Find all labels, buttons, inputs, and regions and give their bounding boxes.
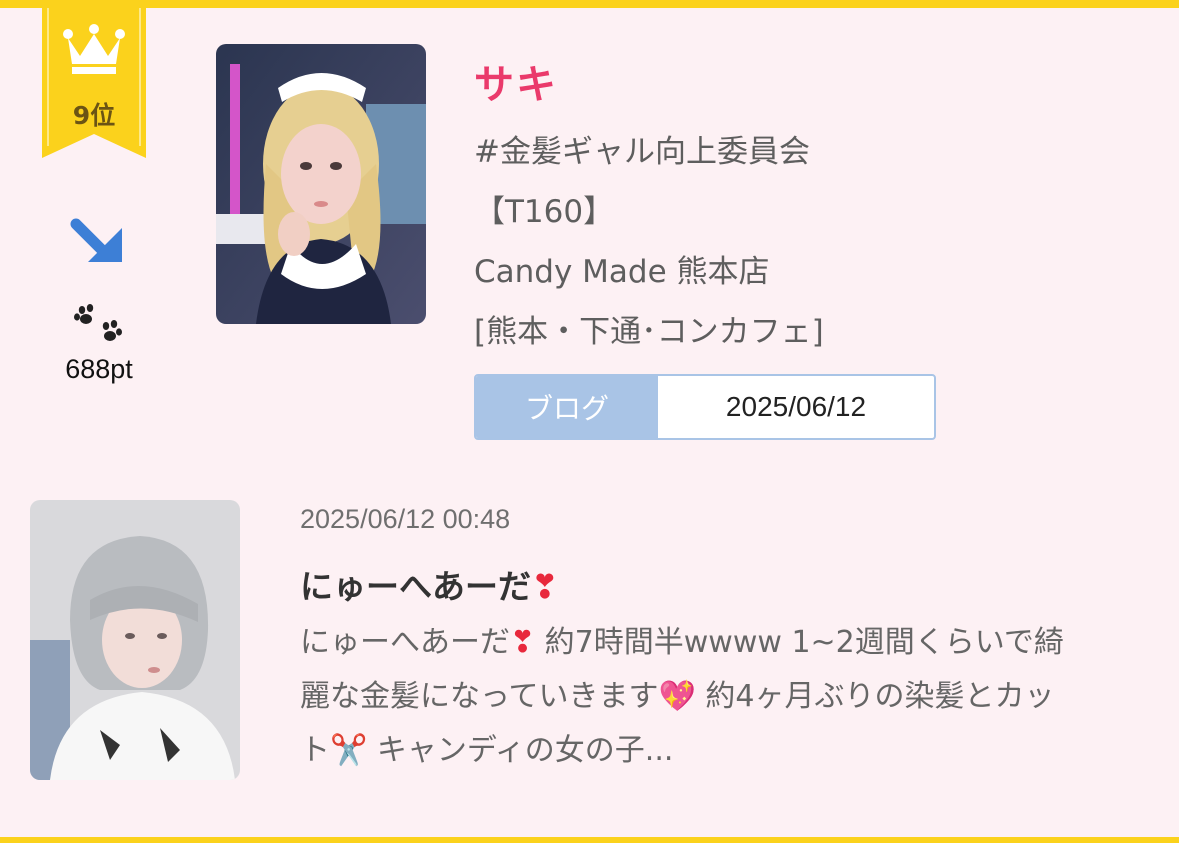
scissors-icon: ✂️ bbox=[330, 733, 368, 768]
excerpt-text: 麗な金髪になっていきます bbox=[300, 679, 659, 714]
blog-post-thumbnail[interactable] bbox=[30, 500, 240, 780]
paw-icon bbox=[72, 304, 122, 348]
profile-photo[interactable] bbox=[216, 44, 426, 324]
cast-name[interactable]: サキ bbox=[474, 52, 558, 110]
post-title[interactable]: にゅーへあーだ❣ bbox=[300, 560, 559, 608]
blog-tab-label[interactable]: ブログ bbox=[476, 376, 658, 438]
top-border bbox=[0, 0, 1179, 8]
post-excerpt[interactable]: にゅーへあーだ❣ 約7時間半wwww 1~2週間くらいで綺 麗な金髪になっていき… bbox=[300, 616, 1150, 778]
excerpt-text: ト bbox=[300, 733, 330, 768]
heart-exclamation-icon: ❣ bbox=[531, 567, 559, 606]
heart-exclamation-icon: ❣ bbox=[510, 625, 536, 660]
crown-icon bbox=[62, 24, 126, 76]
blog-link-box[interactable]: ブログ 2025/06/12 bbox=[474, 374, 936, 440]
points-value: 688pt bbox=[65, 354, 133, 384]
cast-height: 【T160】 bbox=[474, 194, 615, 230]
shop-name[interactable]: Candy Made 熊本店 bbox=[474, 246, 770, 291]
excerpt-text: 約4ヶ月ぶりの染髪とカッ bbox=[695, 679, 1055, 714]
post-datetime: 2025/06/12 00:48 bbox=[300, 504, 511, 534]
shop-area: [熊本・下通･コンカフェ] bbox=[474, 314, 824, 350]
excerpt-text: キャンディの女の子... bbox=[367, 733, 674, 768]
post-title-text[interactable]: にゅーへあーだ bbox=[300, 567, 531, 606]
blog-latest-date: 2025/06/12 bbox=[725, 391, 867, 422]
excerpt-text: にゅーへあーだ bbox=[300, 625, 510, 660]
excerpt-text: 約7時間半wwww 1~2週間くらいで綺 bbox=[535, 625, 1064, 660]
bottom-border bbox=[0, 837, 1179, 843]
sparkling-heart-icon: 💖 bbox=[658, 679, 696, 714]
arrow-down-right-icon bbox=[66, 210, 130, 274]
rank-label: 9位 bbox=[72, 101, 116, 130]
cast-tag: #金髪ギャル向上委員会 bbox=[474, 134, 810, 170]
